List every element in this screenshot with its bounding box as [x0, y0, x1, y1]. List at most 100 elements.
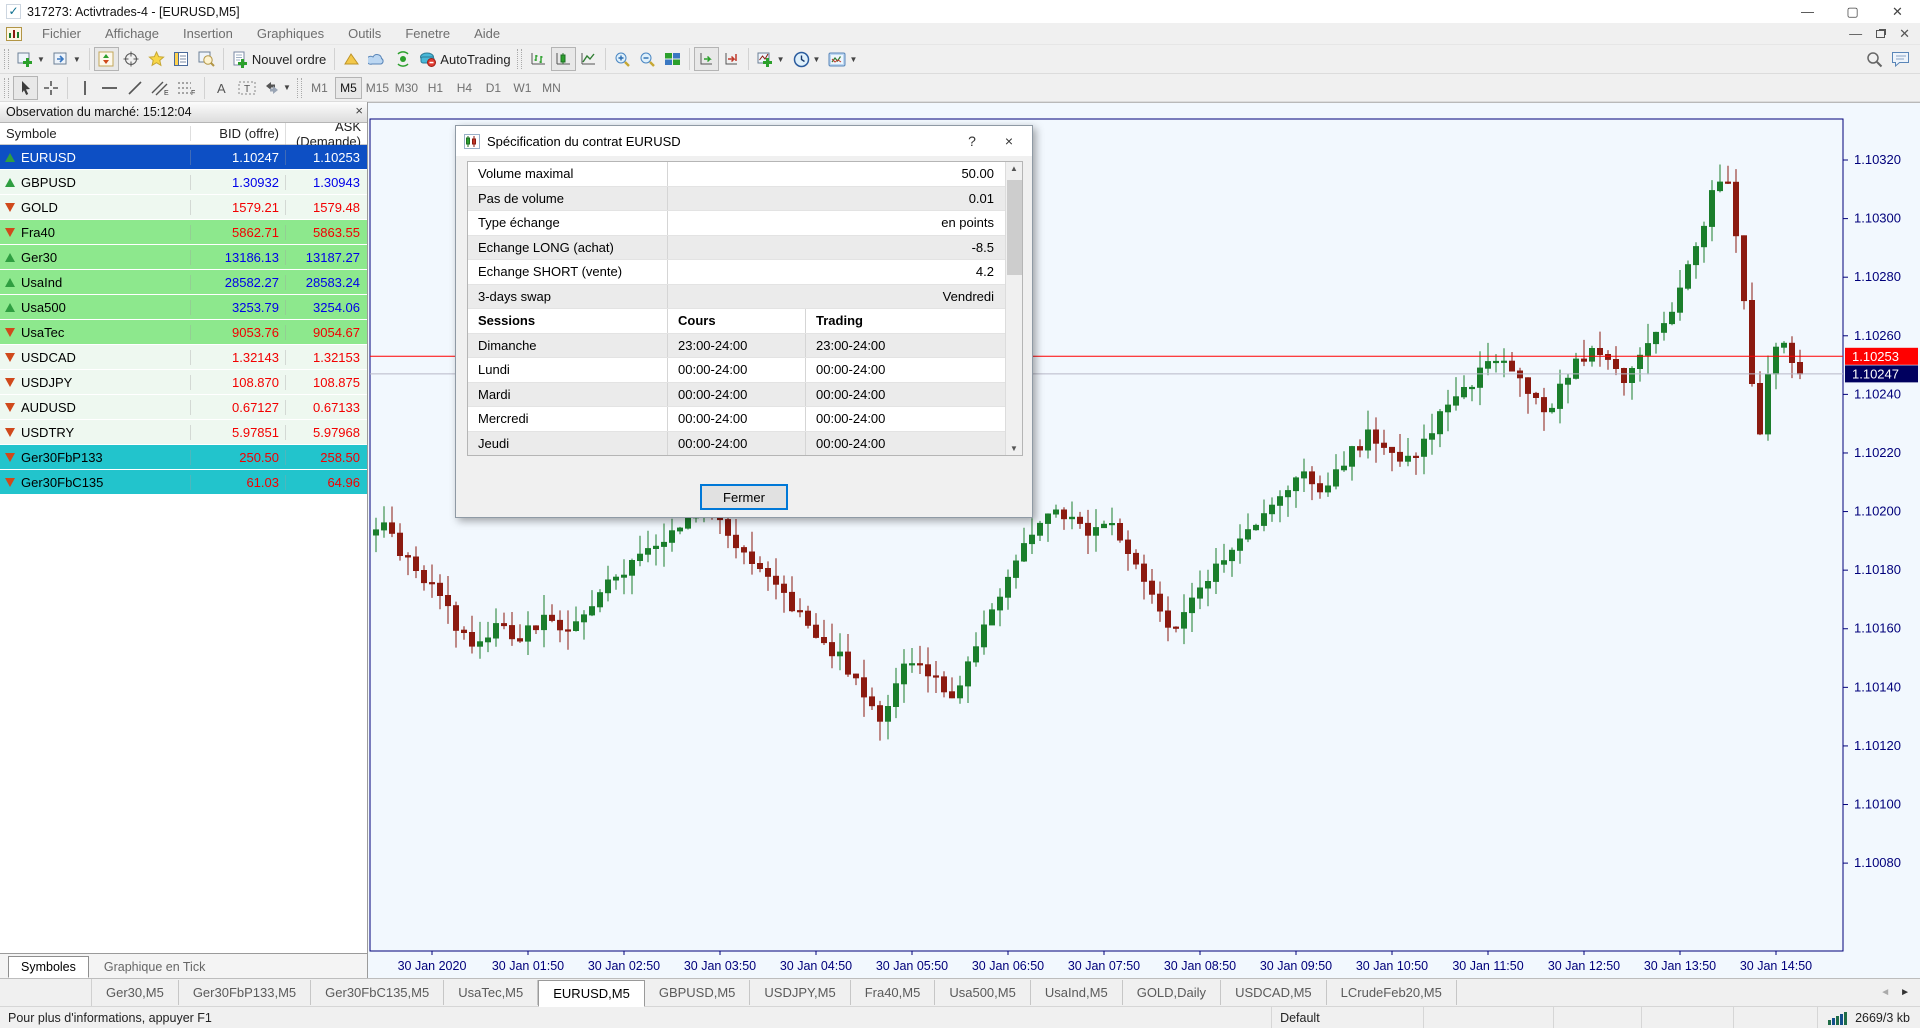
vertical-line-tool-button[interactable] — [72, 76, 97, 100]
cloud-button[interactable] — [364, 47, 390, 71]
chart-tab-fra40-m5[interactable]: Fra40,M5 — [851, 980, 936, 1005]
zoom-in-button[interactable] — [610, 47, 635, 71]
line-chart-button[interactable] — [576, 47, 601, 71]
text-tool-button[interactable]: A — [209, 76, 234, 100]
menu-item-insertion[interactable]: Insertion — [171, 24, 245, 43]
timeframe-button-m15[interactable]: M15 — [364, 77, 391, 99]
auto-scroll-toggle[interactable] — [694, 47, 719, 71]
scroll-up-icon[interactable]: ▲ — [1010, 164, 1018, 173]
menu-item-outils[interactable]: Outils — [336, 24, 393, 43]
chart-tab-ger30fbc135-m5[interactable]: Ger30FbC135,M5 — [311, 980, 444, 1005]
community-chat-icon[interactable] — [1891, 51, 1910, 67]
maximize-button[interactable]: ▢ — [1830, 0, 1875, 23]
market-watch-row-ger30fbc135[interactable]: Ger30FbC13561.0364.96 — [0, 470, 367, 495]
favorites-button[interactable] — [144, 47, 169, 71]
indicators-button[interactable]: ▼ — [753, 47, 789, 71]
toolbar-grip[interactable] — [4, 78, 9, 98]
market-watch-row-gold[interactable]: GOLD1579.211579.48 — [0, 195, 367, 220]
market-watch-row-ger30[interactable]: Ger3013186.1313187.27 — [0, 245, 367, 270]
dialog-close-button[interactable]: × — [994, 133, 1024, 149]
tabs-scroll-right-icon[interactable]: ► — [1900, 987, 1910, 998]
dialog-scrollbar[interactable]: ▲ ▼ — [1005, 162, 1022, 455]
market-watch-row-usdjpy[interactable]: USDJPY108.870108.875 — [0, 370, 367, 395]
child-restore-button[interactable] — [1876, 30, 1885, 38]
chart-tab-lcrudefeb20-m5[interactable]: LCrudeFeb20,M5 — [1327, 980, 1457, 1005]
status-profile[interactable]: Default — [1272, 1007, 1424, 1028]
periods-button[interactable]: ▼ — [789, 47, 825, 71]
chart-tab-usaind-m5[interactable]: UsaInd,M5 — [1031, 980, 1123, 1005]
autotrading-button[interactable]: AutoTrading — [415, 47, 514, 71]
chart-tab-usdjpy-m5[interactable]: USDJPY,M5 — [750, 980, 850, 1005]
market-watch-row-gbpusd[interactable]: GBPUSD1.309321.30943 — [0, 170, 367, 195]
fibonacci-tool-button[interactable]: F — [173, 76, 200, 100]
tile-windows-button[interactable] — [660, 47, 685, 71]
chart-shift-button[interactable] — [719, 47, 744, 71]
fermer-button[interactable]: Fermer — [700, 484, 788, 510]
market-watch-row-fra40[interactable]: Fra405862.715863.55 — [0, 220, 367, 245]
market-watch-toggle[interactable] — [94, 47, 119, 71]
channel-tool-button[interactable]: E — [147, 76, 173, 100]
chart-tab-gold-daily[interactable]: GOLD,Daily — [1123, 980, 1221, 1005]
timeframe-button-m5[interactable]: M5 — [335, 77, 362, 99]
chart-tab-usa500-m5[interactable]: Usa500,M5 — [935, 980, 1030, 1005]
market-watch-row-usa500[interactable]: Usa5003253.793254.06 — [0, 295, 367, 320]
scroll-down-icon[interactable]: ▼ — [1010, 444, 1018, 453]
new-order-button[interactable]: Nouvel ordre — [228, 47, 330, 71]
navigator-toggle[interactable] — [119, 47, 144, 71]
market-watch-close-icon[interactable]: × — [355, 103, 363, 118]
arrows-tool-button[interactable]: ▼ — [260, 76, 295, 100]
market-watch-row-audusd[interactable]: AUDUSD0.671270.67133 — [0, 395, 367, 420]
timeframe-button-m1[interactable]: M1 — [306, 77, 333, 99]
timeframe-button-w1[interactable]: W1 — [509, 77, 536, 99]
panel-tab-symboles[interactable]: Symboles — [8, 956, 89, 978]
chart-tab-gbpusd-m5[interactable]: GBPUSD,M5 — [645, 980, 751, 1005]
timeframe-button-h1[interactable]: H1 — [422, 77, 449, 99]
column-header-ask[interactable]: ASK (Demande) — [285, 119, 367, 149]
signals-button[interactable] — [390, 47, 415, 71]
data-window-toggle[interactable] — [169, 47, 194, 71]
bar-chart-button[interactable] — [526, 47, 551, 71]
menu-item-aide[interactable]: Aide — [462, 24, 512, 43]
trendline-tool-button[interactable] — [122, 76, 147, 100]
child-close-button[interactable]: ✕ — [1899, 26, 1910, 42]
chart-tab-usdcad-m5[interactable]: USDCAD,M5 — [1221, 980, 1327, 1005]
metaeditor-button[interactable] — [339, 47, 364, 71]
market-watch-row-eurusd[interactable]: EURUSD1.102471.10253 — [0, 145, 367, 170]
chart-tab-ger30-m5[interactable]: Ger30,M5 — [92, 980, 179, 1005]
column-header-bid[interactable]: BID (offre) — [190, 126, 285, 141]
menu-item-affichage[interactable]: Affichage — [93, 24, 171, 43]
menu-item-fichier[interactable]: Fichier — [30, 24, 93, 43]
menu-item-graphiques[interactable]: Graphiques — [245, 24, 336, 43]
market-watch-row-ger30fbp133[interactable]: Ger30FbP133250.50258.50 — [0, 445, 367, 470]
timeframe-button-h4[interactable]: H4 — [451, 77, 478, 99]
scrollbar-thumb[interactable] — [1007, 180, 1022, 275]
candlestick-chart-button[interactable] — [551, 47, 576, 71]
chart-tab-usatec-m5[interactable]: UsaTec,M5 — [444, 980, 538, 1005]
market-watch-row-usaind[interactable]: UsaInd28582.2728583.24 — [0, 270, 367, 295]
menu-item-fenetre[interactable]: Fenetre — [393, 24, 462, 43]
horizontal-line-tool-button[interactable] — [97, 76, 122, 100]
toolbar-grip[interactable] — [297, 78, 302, 98]
templates-button[interactable]: ▼ — [824, 47, 861, 71]
zoom-out-button[interactable] — [635, 47, 660, 71]
toolbar-grip[interactable] — [4, 49, 9, 69]
dialog-help-button[interactable]: ? — [957, 133, 987, 149]
timeframe-button-d1[interactable]: D1 — [480, 77, 507, 99]
chart-tab-ger30fbp133-m5[interactable]: Ger30FbP133,M5 — [179, 980, 311, 1005]
toolbar-grip[interactable] — [517, 49, 522, 69]
market-watch-row-usdtry[interactable]: USDTRY5.978515.97968 — [0, 420, 367, 445]
strategy-tester-toggle[interactable] — [194, 47, 219, 71]
child-minimize-button[interactable]: — — [1849, 26, 1862, 41]
panel-tab-graphique-en-tick[interactable]: Graphique en Tick — [91, 956, 218, 978]
profiles-button[interactable]: ▼ — [49, 47, 85, 71]
crosshair-tool-button[interactable] — [38, 76, 63, 100]
minimize-button[interactable]: — — [1785, 0, 1830, 23]
market-watch-row-usatec[interactable]: UsaTec9053.769054.67 — [0, 320, 367, 345]
tabs-scroll-left-icon[interactable]: ◄ — [1880, 987, 1890, 998]
search-icon[interactable] — [1866, 51, 1883, 68]
new-chart-button[interactable]: ▼ — [13, 47, 49, 71]
cursor-tool-button[interactable] — [13, 76, 38, 100]
column-header-symbol[interactable]: Symbole — [0, 126, 190, 141]
timeframe-button-m30[interactable]: M30 — [393, 77, 420, 99]
timeframe-button-mn[interactable]: MN — [538, 77, 565, 99]
